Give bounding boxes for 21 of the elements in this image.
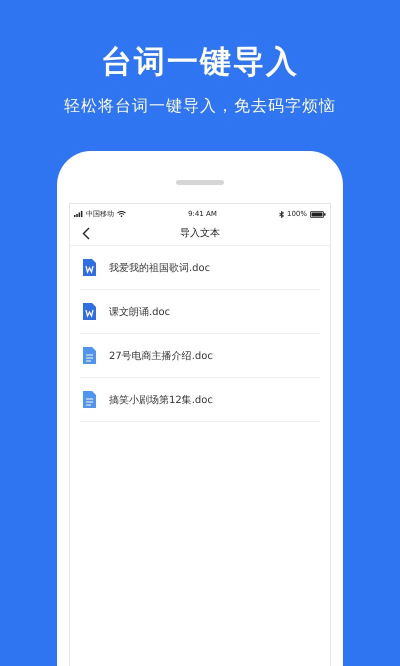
- battery-icon: [310, 210, 326, 218]
- file-row[interactable]: 我爱我的祖国歌词.doc: [80, 246, 320, 290]
- file-name: 27号电商主播介绍.doc: [109, 350, 213, 362]
- wifi-icon: [117, 211, 126, 217]
- back-icon[interactable]: [82, 226, 90, 240]
- file-row[interactable]: 搞笑小剧场第12集.doc: [80, 378, 320, 422]
- signal-icon: [74, 211, 83, 217]
- file-name: 课文朗诵.doc: [109, 306, 170, 318]
- document-icon: [83, 347, 96, 364]
- file-row[interactable]: 27号电商主播介绍.doc: [80, 334, 320, 378]
- document-icon: [83, 391, 96, 408]
- file-row[interactable]: 课文朗诵.doc: [80, 290, 320, 334]
- headline: 台词一键导入: [101, 43, 299, 82]
- word-file-icon: [83, 303, 96, 320]
- screen-title: 导入文本: [179, 226, 221, 240]
- speaker-slot: [176, 180, 224, 185]
- subtitle: 轻松将台词一键导入，免去码字烦恼: [64, 96, 336, 117]
- bluetooth-icon: [278, 210, 284, 218]
- word-file-icon: [83, 259, 96, 276]
- file-name: 我爱我的祖国歌词.doc: [109, 262, 210, 274]
- file-name: 搞笑小剧场第12集.doc: [109, 394, 213, 406]
